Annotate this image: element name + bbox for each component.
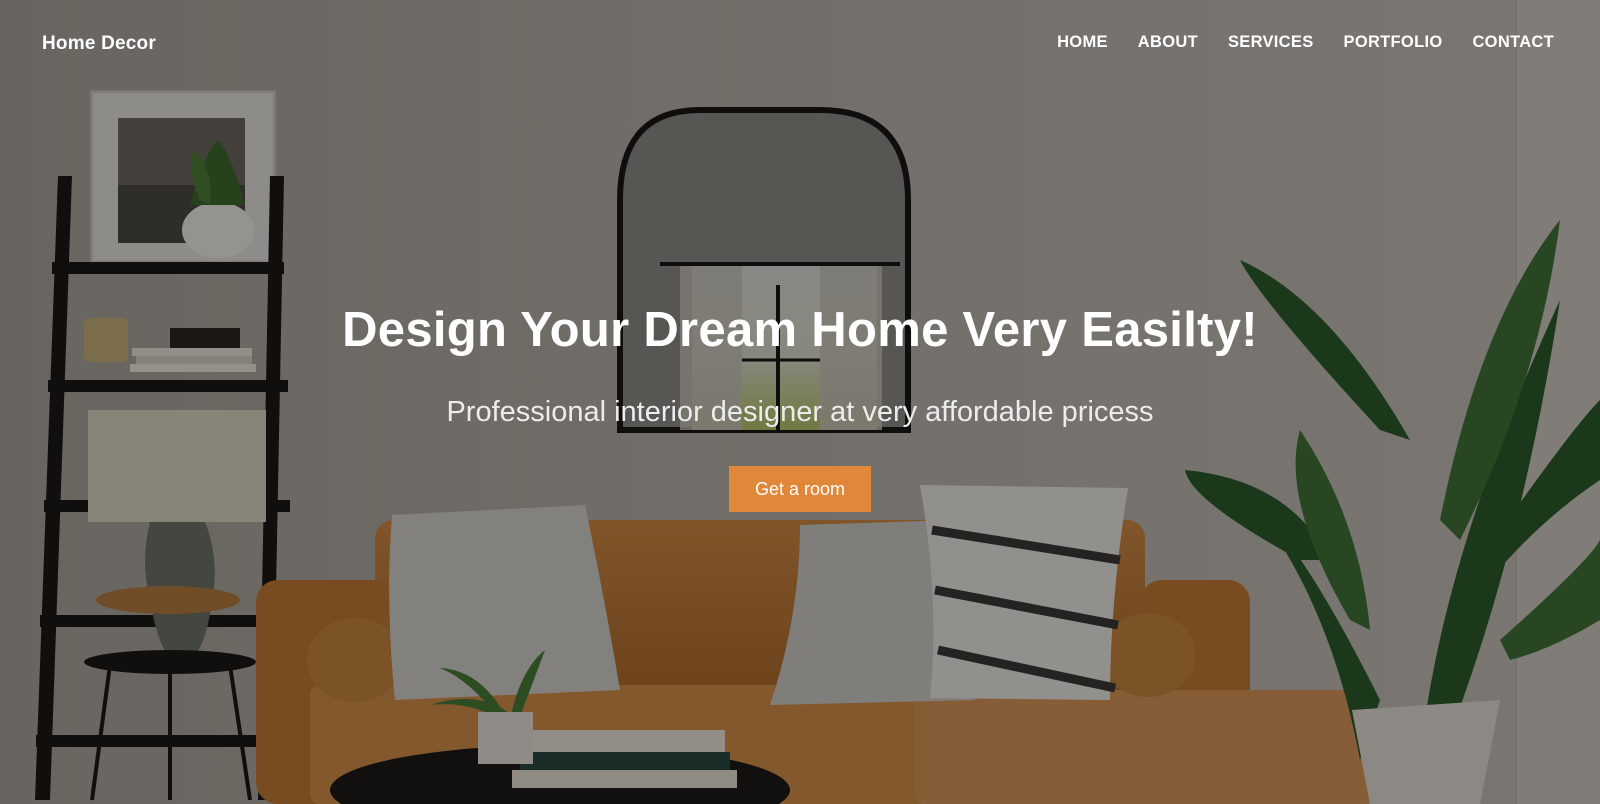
nav-link-contact[interactable]: CONTACT [1472, 33, 1554, 52]
hero-section: Home Decor HOME ABOUT SERVICES PORTFOLIO… [0, 0, 1600, 804]
nav-link-home[interactable]: HOME [1057, 33, 1108, 52]
get-a-room-button[interactable]: Get a room [729, 466, 871, 512]
nav-link-portfolio[interactable]: PORTFOLIO [1344, 33, 1443, 52]
nav-link-about[interactable]: ABOUT [1138, 33, 1198, 52]
hero-subtitle: Professional interior designer at very a… [446, 396, 1154, 428]
nav-link-services[interactable]: SERVICES [1228, 33, 1314, 52]
hero-content: Design Your Dream Home Very Easilty! Pro… [0, 300, 1600, 512]
navbar: Home Decor HOME ABOUT SERVICES PORTFOLIO… [0, 0, 1600, 88]
nav-menu: HOME ABOUT SERVICES PORTFOLIO CONTACT [1057, 33, 1554, 52]
hero-title: Design Your Dream Home Very Easilty! [342, 303, 1258, 357]
brand-logo[interactable]: Home Decor [42, 33, 156, 55]
